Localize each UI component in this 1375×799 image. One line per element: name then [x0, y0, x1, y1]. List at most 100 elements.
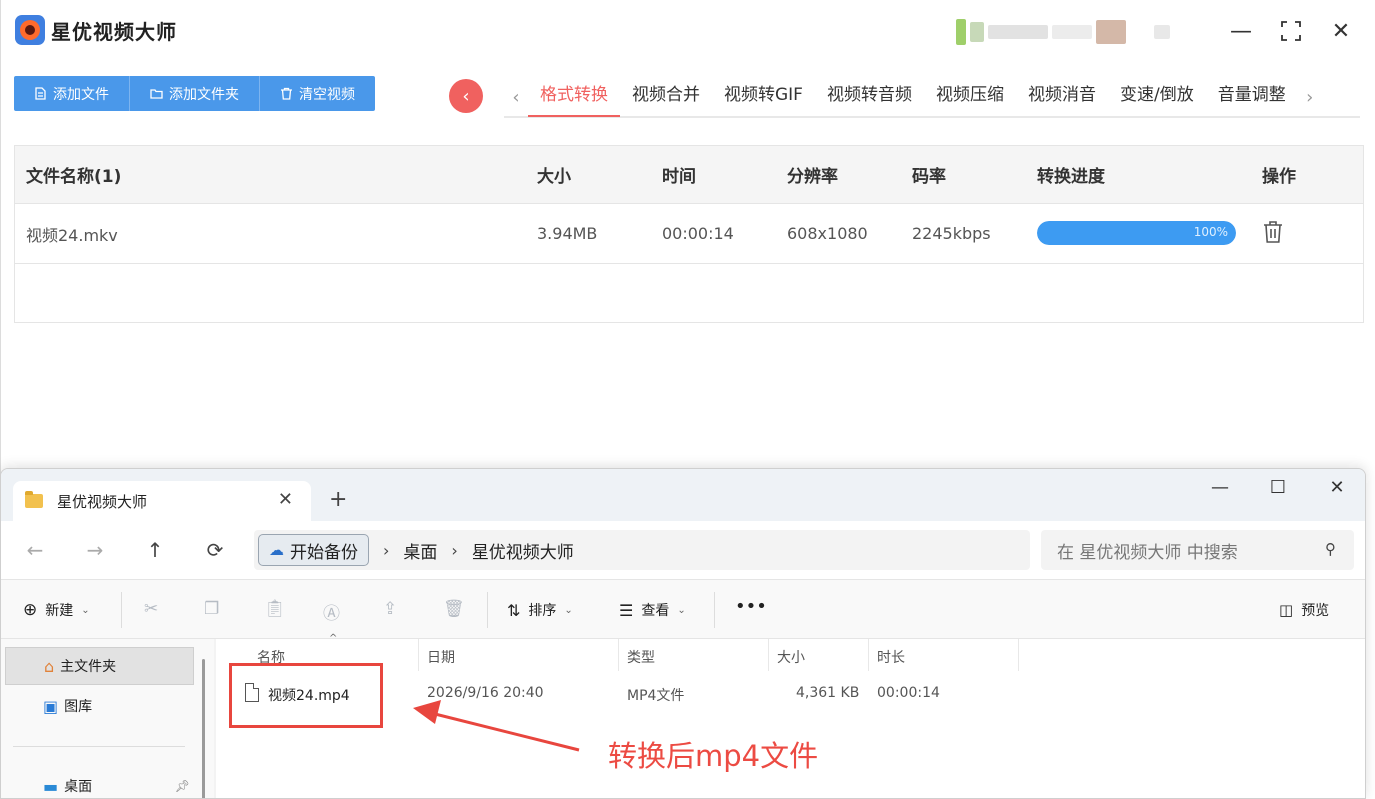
tab-video-to-audio[interactable]: 视频转音频	[815, 77, 924, 117]
paste-icon[interactable]: 📋︎	[264, 599, 286, 619]
tab-speed-reverse[interactable]: 变速/倒放	[1108, 77, 1206, 117]
tab-video-merge[interactable]: 视频合并	[620, 77, 712, 117]
maximize-icon[interactable]: ☐	[1263, 477, 1293, 498]
header-time: 时间	[662, 167, 696, 187]
header-filename: 文件名称(1)	[26, 167, 122, 187]
divider	[487, 592, 488, 628]
tab-video-mute[interactable]: 视频消音	[1016, 77, 1108, 117]
tabs-prev-icon[interactable]: ‹	[504, 87, 528, 108]
column-duration[interactable]: 时长	[877, 647, 905, 667]
close-icon[interactable]: ✕	[1328, 18, 1354, 44]
user-avatar-blurred[interactable]	[956, 18, 1170, 46]
sidebar-scrollbar[interactable]	[202, 659, 205, 798]
view-button[interactable]: ☰ 查看 ⌄	[619, 600, 686, 620]
table-header: 文件名称(1) 大小 时间 分辨率 码率 转换进度 操作	[15, 146, 1363, 204]
view-label: 查看	[641, 603, 670, 619]
add-folder-label: 添加文件夹	[169, 86, 239, 103]
collapse-left-button[interactable]: ‹	[449, 79, 483, 113]
delete-icon[interactable]: 🗑︎	[443, 599, 465, 619]
divider	[714, 592, 715, 628]
explorer-command-bar: ⊕ 新建 ⌄ ✂ ❐ 📋︎ Ⓐ ⇪ 🗑︎ ⇅ 排序 ⌄ ☰ 查看 ⌄ ••• ◫…	[1, 579, 1365, 639]
sort-button[interactable]: ⇅ 排序 ⌄	[507, 600, 573, 620]
trash-icon	[281, 87, 292, 100]
tab-volume-adjust[interactable]: 音量调整	[1206, 77, 1298, 117]
address-bar[interactable]: ☁ 开始备份 › 桌面 › 星优视频大师	[254, 530, 1030, 570]
breadcrumb-backup-label: 开始备份	[290, 542, 358, 563]
new-button[interactable]: ⊕ 新建 ⌄	[23, 600, 90, 620]
file-duration: 00:00:14	[877, 685, 940, 701]
close-icon[interactable]: ✕	[1322, 477, 1352, 498]
explorer-tab-title: 星优视频大师	[57, 492, 148, 511]
chevron-right-icon: ›	[383, 540, 390, 560]
minimize-icon[interactable]: —	[1228, 18, 1254, 44]
new-label: 新建	[45, 603, 74, 619]
table-row[interactable]: 视频24.mkv 3.94MB 00:00:14 608x1080 2245kb…	[15, 204, 1363, 264]
conversion-progress-bar: 100%	[1037, 220, 1236, 246]
header-size: 大小	[537, 167, 571, 187]
rename-icon[interactable]: Ⓐ	[323, 599, 340, 624]
annotation-highlight-box	[229, 663, 383, 728]
plus-circle-icon: ⊕	[23, 600, 38, 620]
divider	[618, 639, 619, 671]
explorer-nav-bar: ← → ↑ ⟳ ☁ 开始备份 › 桌面 › 星优视频大师 在 星优视频大师 中搜…	[1, 521, 1365, 579]
pin-icon[interactable]: 📌︎	[175, 779, 190, 793]
home-icon: ⌂	[44, 656, 55, 676]
tab-format-convert[interactable]: 格式转换	[528, 77, 620, 117]
app-title: 星优视频大师	[51, 20, 177, 44]
add-folder-button[interactable]: 添加文件夹	[130, 76, 260, 111]
sidebar-item-desktop[interactable]: ▬ 桌面 📌︎	[5, 767, 194, 798]
add-file-button[interactable]: 添加文件	[14, 76, 130, 111]
divider	[768, 639, 769, 671]
gallery-icon: ▣	[43, 696, 59, 716]
sidebar-item-gallery[interactable]: ▣ 图库	[5, 687, 194, 725]
share-icon[interactable]: ⇪	[383, 599, 397, 619]
back-arrow-icon[interactable]: ←	[23, 538, 47, 562]
chevron-down-icon: ⌄	[81, 604, 90, 616]
column-type[interactable]: 类型	[627, 647, 655, 667]
file-list: ^ 名称 日期 类型 大小 时长 视频24.mp4 2026/9/16 20:4…	[216, 633, 1365, 798]
delete-row-icon[interactable]	[1262, 220, 1284, 248]
chevron-down-icon: ⌄	[564, 604, 573, 616]
new-tab-icon[interactable]: +	[329, 487, 347, 512]
minimize-icon[interactable]: —	[1205, 477, 1235, 498]
file-icon	[35, 87, 46, 100]
divider	[121, 592, 122, 628]
explorer-tab[interactable]: 星优视频大师 ✕	[13, 481, 311, 521]
breadcrumb-folder[interactable]: 星优视频大师	[472, 538, 574, 563]
tab-video-to-gif[interactable]: 视频转GIF	[712, 77, 815, 117]
maximize-icon[interactable]	[1278, 18, 1304, 44]
header-progress: 转换进度	[1037, 167, 1105, 187]
clear-videos-button[interactable]: 清空视频	[260, 76, 375, 111]
chevron-right-icon: ›	[451, 540, 458, 560]
explorer-tab-bar: 星优视频大师 ✕ + — ☐ ✕	[1, 469, 1365, 521]
column-date[interactable]: 日期	[427, 647, 455, 667]
file-size: 4,361 KB	[796, 685, 860, 701]
progress-label: 100%	[1193, 224, 1228, 239]
file-type: MP4文件	[627, 688, 685, 704]
breadcrumb-desktop[interactable]: 桌面	[403, 538, 437, 563]
more-options-icon[interactable]: •••	[735, 596, 767, 617]
breadcrumb-backup[interactable]: ☁ 开始备份	[258, 534, 369, 566]
divider	[418, 639, 419, 671]
tabs-next-icon[interactable]: ›	[1298, 87, 1322, 108]
tab-video-compress[interactable]: 视频压缩	[924, 77, 1016, 117]
header-actions: 操作	[1262, 167, 1296, 187]
column-size[interactable]: 大小	[777, 647, 805, 667]
forward-arrow-icon[interactable]: →	[83, 538, 107, 562]
up-arrow-icon[interactable]: ↑	[143, 538, 167, 562]
sidebar-item-home[interactable]: ⌂ 主文件夹	[5, 647, 194, 685]
divider	[1018, 639, 1019, 671]
clear-videos-label: 清空视频	[299, 86, 355, 103]
sidebar-item-home-label: 主文件夹	[60, 659, 117, 675]
divider	[13, 746, 185, 747]
close-tab-icon[interactable]: ✕	[278, 489, 293, 510]
cloud-sync-icon: ☁	[269, 541, 284, 559]
copy-icon[interactable]: ❐	[204, 599, 219, 619]
sort-icon: ⇅	[507, 600, 521, 620]
search-input[interactable]: 在 星优视频大师 中搜索 ⚲	[1041, 530, 1354, 570]
annotation-arrow-icon	[413, 700, 580, 752]
cut-icon[interactable]: ✂	[144, 599, 158, 619]
refresh-icon[interactable]: ⟳	[203, 538, 227, 562]
preview-button[interactable]: ◫ 预览	[1279, 600, 1329, 620]
folder-icon	[150, 89, 163, 99]
